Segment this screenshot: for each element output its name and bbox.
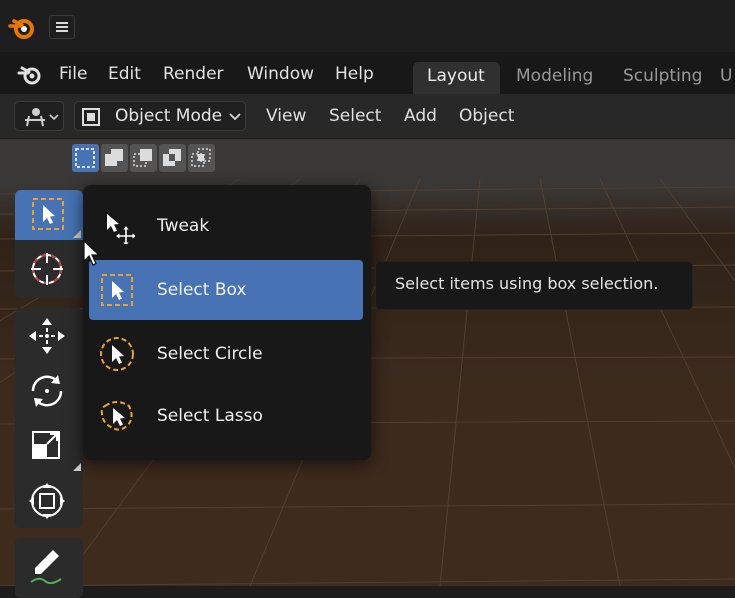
select-box-icon bbox=[101, 274, 133, 306]
popup-item-select-box[interactable]: Select Box bbox=[89, 260, 363, 320]
select-circle-label: Select Circle bbox=[157, 344, 263, 364]
selection-mode-row bbox=[72, 144, 215, 172]
tab-sculpting[interactable]: Sculpting bbox=[609, 62, 715, 94]
toolbar-transform-group bbox=[15, 308, 83, 528]
tooltip: Select items using box selection. bbox=[375, 261, 693, 310]
mode-invert-icon bbox=[163, 149, 181, 166]
header-menu-object[interactable]: Object bbox=[459, 104, 514, 128]
mode-subtract-icon bbox=[133, 149, 152, 167]
move-icon bbox=[29, 318, 65, 354]
cursor-icon bbox=[31, 253, 63, 285]
mode-new-icon bbox=[75, 148, 95, 168]
tool-rotate[interactable] bbox=[15, 363, 83, 418]
select-box-label: Select Box bbox=[157, 280, 247, 300]
header-menu-view[interactable]: View bbox=[266, 104, 306, 128]
select-box-icon bbox=[32, 198, 64, 230]
popup-item-select-lasso[interactable]: Select Lasso bbox=[89, 386, 363, 446]
tab-modeling[interactable]: Modeling bbox=[502, 62, 606, 94]
mode-extend-icon bbox=[105, 149, 123, 166]
tooltip-text: Select items using box selection. bbox=[395, 274, 659, 293]
select-lasso-icon bbox=[100, 401, 133, 431]
tab-layout[interactable]: Layout bbox=[413, 62, 500, 94]
toolbar-annotate-group bbox=[15, 538, 83, 598]
chevron-down-icon bbox=[229, 113, 241, 121]
menu-help[interactable]: Help bbox=[335, 62, 374, 86]
editor-type-button[interactable] bbox=[14, 101, 64, 131]
select-tools-popup: Tweak Select Box Select Circle Select La… bbox=[83, 185, 371, 460]
mouse-pointer-icon bbox=[83, 239, 101, 266]
mode-extend-button[interactable] bbox=[101, 144, 128, 172]
rotate-icon bbox=[31, 375, 63, 407]
select-circle-icon bbox=[100, 337, 134, 371]
tweak-label: Tweak bbox=[157, 216, 210, 236]
blender-menu-icon[interactable] bbox=[17, 63, 43, 87]
object-mode-label: Object Mode bbox=[115, 106, 223, 126]
tool-select-box[interactable] bbox=[15, 190, 83, 240]
tool-annotate[interactable] bbox=[15, 538, 83, 598]
blender-logo-icon[interactable] bbox=[8, 14, 36, 42]
annotate-icon bbox=[30, 550, 62, 585]
header-menu-add[interactable]: Add bbox=[404, 104, 437, 128]
tool-corner-icon bbox=[73, 230, 81, 238]
tab-uv-editing[interactable]: U bbox=[716, 62, 735, 94]
menu-edit[interactable]: Edit bbox=[108, 62, 141, 86]
mode-invert-button[interactable] bbox=[159, 144, 186, 172]
tool-transform[interactable] bbox=[15, 473, 83, 528]
transform-icon bbox=[29, 483, 65, 519]
popup-item-select-circle[interactable]: Select Circle bbox=[89, 324, 363, 384]
select-lasso-label: Select Lasso bbox=[157, 406, 263, 426]
object-mode-dropdown[interactable]: Object Mode bbox=[74, 101, 246, 131]
popup-item-tweak[interactable]: Tweak bbox=[89, 196, 363, 256]
tool-move[interactable] bbox=[15, 308, 83, 363]
menu-file[interactable]: File bbox=[59, 62, 87, 86]
tool-cursor[interactable] bbox=[15, 242, 83, 298]
mode-intersect-icon bbox=[191, 148, 211, 167]
mode-subtract-button[interactable] bbox=[130, 144, 157, 172]
tweak-icon bbox=[107, 214, 135, 244]
toolbar-select-group bbox=[15, 190, 83, 298]
scale-icon bbox=[32, 431, 60, 459]
title-bar bbox=[0, 0, 735, 53]
mode-set-new-button[interactable] bbox=[72, 144, 99, 172]
menu-render[interactable]: Render bbox=[163, 62, 224, 86]
object-mode-icon bbox=[82, 108, 100, 126]
hamburger-menu-icon[interactable] bbox=[49, 15, 75, 39]
tool-scale[interactable] bbox=[15, 418, 83, 473]
mode-intersect-button[interactable] bbox=[188, 144, 215, 172]
header-menu-select[interactable]: Select bbox=[329, 104, 381, 128]
menu-window[interactable]: Window bbox=[247, 62, 314, 86]
tool-corner-icon bbox=[73, 463, 81, 471]
viewport-editor-icon bbox=[25, 108, 59, 127]
